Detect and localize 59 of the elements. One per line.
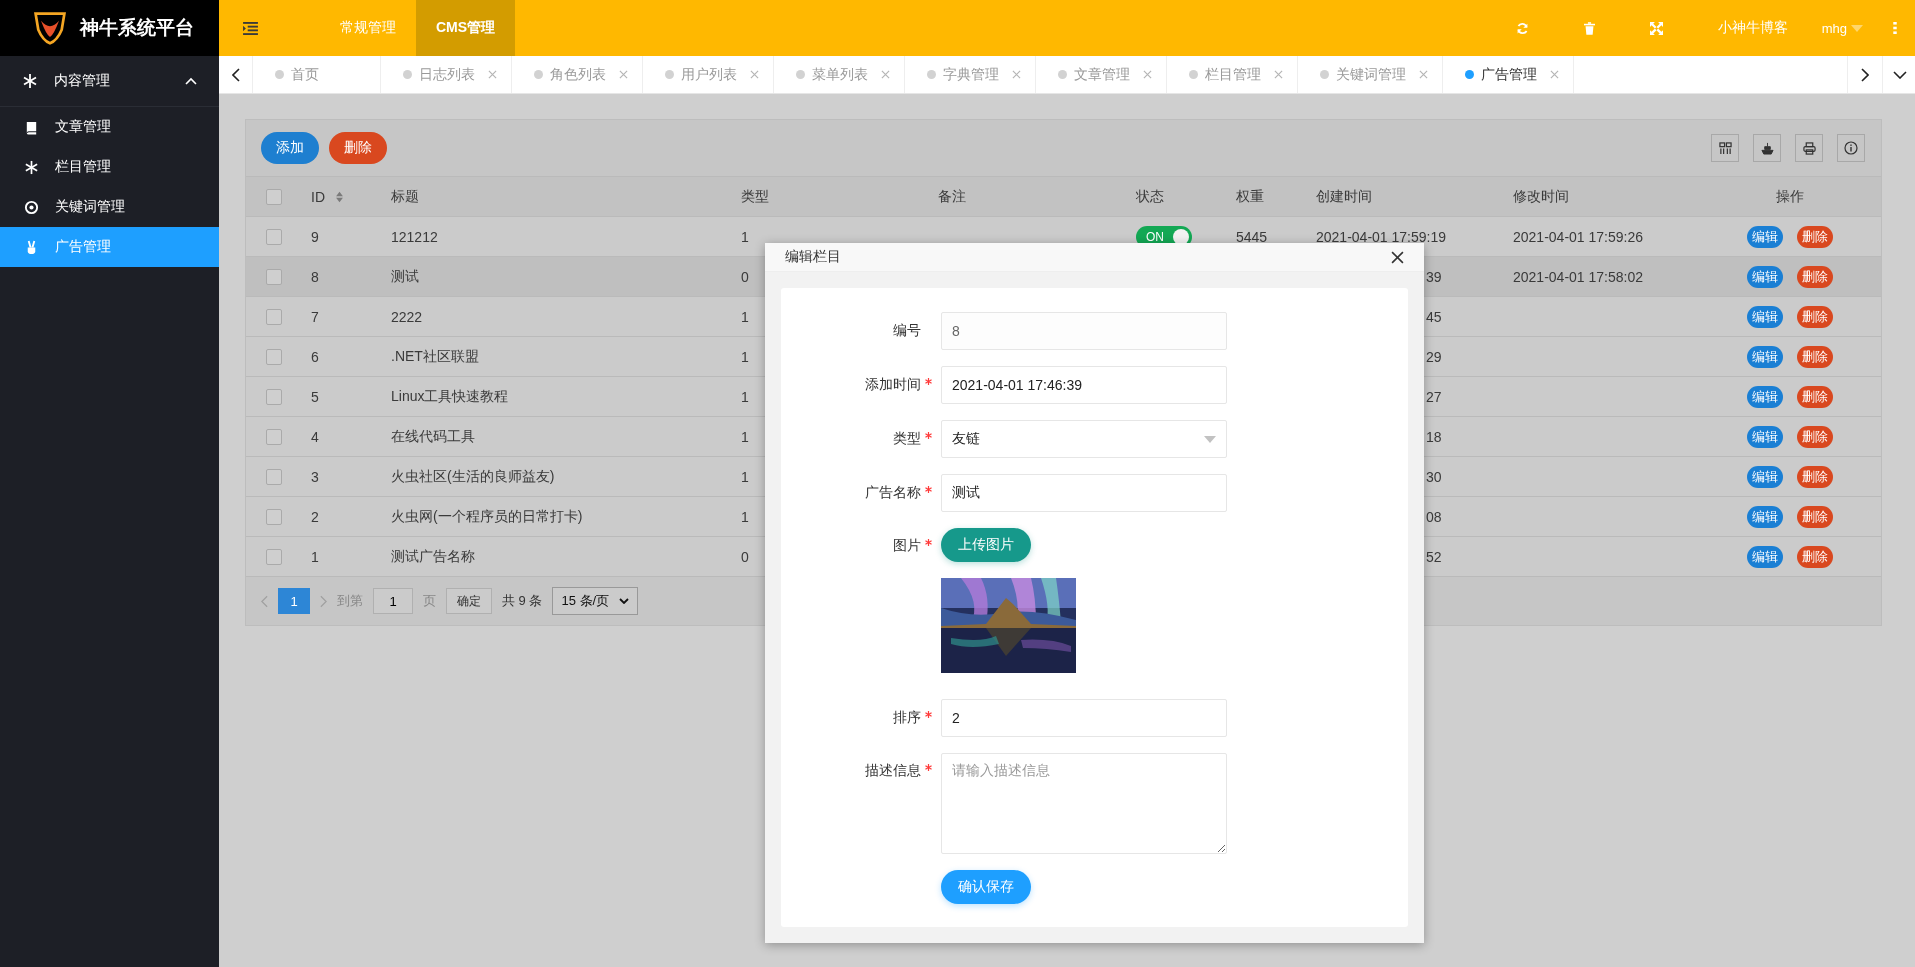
table-cell: 1 bbox=[741, 348, 749, 365]
table-cell: 52 bbox=[1426, 548, 1442, 565]
column-header: 备注 bbox=[938, 187, 966, 206]
table-cell: .NET社区联盟 bbox=[391, 347, 479, 366]
column-header: 修改时间 bbox=[1513, 187, 1569, 206]
table-cell: 30 bbox=[1426, 468, 1442, 485]
table-cell: 1 bbox=[741, 468, 749, 485]
table-cell: 1 bbox=[311, 548, 319, 565]
field-label: 描述信息 bbox=[865, 762, 921, 780]
table-cell: 7 bbox=[311, 308, 319, 325]
table-cell: 9 bbox=[311, 228, 319, 245]
table-cell: 1 bbox=[741, 308, 749, 325]
table-cell: 测试广告名称 bbox=[391, 547, 475, 566]
table-cell: 2222 bbox=[391, 308, 423, 325]
column-header: ID bbox=[311, 188, 325, 205]
table-cell: 8 bbox=[311, 268, 319, 285]
table-cell: 4 bbox=[311, 428, 319, 445]
field-label: 排序 bbox=[893, 709, 921, 727]
field-label: 广告名称 bbox=[865, 484, 921, 502]
page-unit: 页 bbox=[423, 592, 436, 610]
table-cell: 1 bbox=[741, 508, 749, 525]
field-label: 编号 bbox=[893, 322, 921, 340]
field-label: 图片 bbox=[893, 537, 921, 555]
table-cell: 1 bbox=[741, 228, 749, 245]
table-cell: 1 bbox=[741, 388, 749, 405]
table-cell: 45 bbox=[1426, 308, 1442, 325]
table-cell: 2021-04-01 17:59:19 bbox=[1316, 228, 1446, 245]
table-cell: 2021-04-01 17:58:02 bbox=[1513, 268, 1643, 285]
table-cell: 5 bbox=[311, 388, 319, 405]
field-label: 添加时间 bbox=[865, 376, 921, 394]
column-header: 权重 bbox=[1236, 187, 1264, 206]
table-cell: 0 bbox=[741, 548, 749, 565]
table-cell: 0 bbox=[741, 268, 749, 285]
table-cell: 08 bbox=[1426, 508, 1442, 525]
table-cell: 2021-04-01 17:59:26 bbox=[1513, 228, 1643, 245]
goto-label: 到第 bbox=[337, 592, 363, 610]
table-cell: 2 bbox=[311, 508, 319, 525]
table-cell: 5445 bbox=[1236, 228, 1268, 245]
table-cell: 在线代码工具 bbox=[391, 427, 475, 446]
column-header: 标题 bbox=[391, 187, 419, 206]
column-header: 操作 bbox=[1775, 187, 1804, 206]
table-cell: 121212 bbox=[391, 228, 438, 245]
column-header: 状态 bbox=[1136, 187, 1164, 206]
table-cell: 29 bbox=[1426, 348, 1442, 365]
table-cell: 18 bbox=[1426, 428, 1442, 445]
table-cell: 39 bbox=[1426, 268, 1442, 285]
table-cell: 27 bbox=[1426, 388, 1442, 405]
table-cell: 火虫网(一个程序员的日常打卡) bbox=[391, 507, 583, 526]
field-label: 类型 bbox=[893, 430, 921, 448]
brand-title: 神牛系统平台 bbox=[80, 16, 194, 40]
table-cell: Linux工具快速教程 bbox=[391, 387, 509, 406]
total-count: 共 9 条 bbox=[502, 592, 543, 610]
column-header: 类型 bbox=[741, 187, 769, 206]
column-header: 创建时间 bbox=[1316, 187, 1372, 206]
table-cell: 测试 bbox=[391, 267, 419, 286]
table-cell: 3 bbox=[311, 468, 319, 485]
table-cell: 6 bbox=[311, 348, 319, 365]
table-cell: 1 bbox=[741, 428, 749, 445]
table-cell: 火虫社区(生活的良师益友) bbox=[391, 467, 555, 486]
